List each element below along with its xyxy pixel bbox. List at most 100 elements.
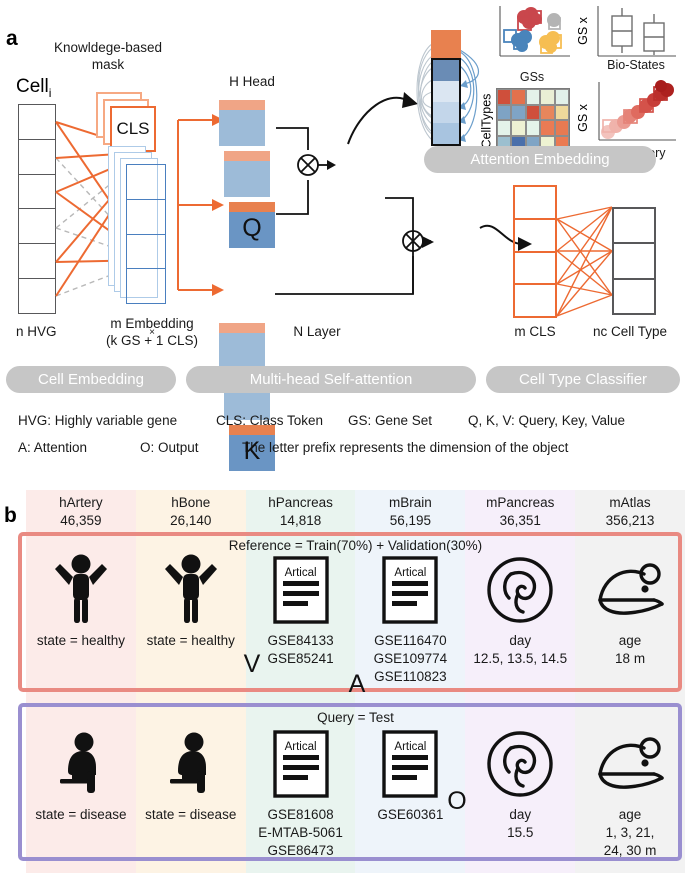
reference-cell-labels: state = healthy: [147, 632, 235, 650]
cell-type-cell: [614, 209, 654, 242]
hvg-column: [18, 104, 56, 314]
article-label: Artical: [394, 741, 427, 753]
cell-type-cell: [614, 242, 654, 277]
dataset-header-matlas: mAtlas 356,213: [575, 490, 685, 534]
person-standing-icon: [51, 552, 111, 628]
dataset-cell-count: 56,195: [389, 513, 432, 528]
m-cls-cell: [515, 187, 555, 218]
heatmap-cell-r1-c3: [540, 104, 555, 120]
embedding-column: [126, 164, 166, 304]
hvg-cell: [19, 208, 55, 243]
cell-label-line: GSE110823: [374, 668, 447, 684]
heatmap-cell-r1-c1: [511, 104, 526, 120]
cell-type-classifier-pill: Cell Type Classifier: [486, 366, 680, 393]
v-label: V: [243, 649, 261, 678]
dataset-cell-count: 46,359: [60, 513, 102, 528]
bio-state-scatter-plot: [499, 6, 570, 57]
dataset-header-mbrain: mBrain 56,195: [355, 490, 465, 534]
trajectory-scatter-plot: [598, 80, 676, 141]
heatmap-cell-r0-c2: [525, 89, 541, 105]
reference-cell-matlas: age 18 m: [575, 552, 685, 690]
embedding-cell: [127, 268, 165, 303]
legend-attention: A: Attention: [18, 440, 88, 455]
bio-states-boxplot: [597, 6, 676, 57]
query-row-banner: Query = Test: [317, 710, 394, 725]
cell-i-label: Celli: [16, 76, 51, 100]
query-cell-labels: GSE60361: [377, 806, 443, 824]
cell-label-line: state = healthy: [146, 633, 235, 648]
article-label: Artical: [284, 567, 317, 579]
cell-label-line: GSE86473: [267, 842, 334, 858]
cell-label-line: 1, 3, 21,: [605, 824, 655, 840]
legend-line-1: HVG: Highly variable gene CLS: Class Toke…: [18, 413, 625, 428]
query-cell-matlas: age 1, 3, 21, 24, 30 m: [575, 726, 685, 872]
reference-cell-labels: state = healthy: [37, 632, 125, 650]
cell-label-line: 15.5: [507, 824, 534, 840]
article-icon: Artical: [381, 552, 439, 628]
query-cell-labels: state = disease: [145, 806, 236, 824]
heatmap-cell-r0-c0: [497, 89, 512, 105]
dataset-name: hPancreas: [268, 495, 333, 511]
k-ghost-back: [219, 323, 265, 369]
legend-gs: GS: Gene Set: [348, 413, 433, 428]
bio-states-axis-label: Bio-States: [607, 58, 665, 72]
reference-row-banner: Reference = Train(70%) + Validation(30%): [228, 538, 483, 553]
o-input-arrowhead: [422, 236, 434, 248]
cell-label-line: E-MTAB-5061: [258, 824, 343, 840]
dataset-name: mAtlas: [609, 495, 651, 511]
m-cls-cell: [515, 217, 555, 251]
attention-token-cell: [433, 123, 459, 144]
attention-cls-token: [431, 30, 461, 58]
dataset-name: mPancreas: [486, 495, 555, 511]
legend-qkv: Q, K, V: Query, Key, Value: [468, 413, 626, 428]
legend-line-2: A: Attention O: Output The letter prefix r…: [18, 440, 568, 455]
cell-label-line: 18 m: [615, 650, 646, 666]
embedding-cell: [127, 165, 165, 199]
heatmap-cell-r1-c0: [497, 104, 512, 120]
cell-label-line: GSE60361: [377, 807, 444, 822]
cell-label-line: state = disease: [35, 807, 127, 822]
heatmap-cell-r2-c2: [525, 120, 541, 136]
cell-label-line: GSE109774: [373, 650, 448, 666]
h-head-label: H Head: [229, 74, 275, 89]
article-label: Artical: [394, 567, 427, 579]
embryo-icon: [485, 726, 555, 802]
cell-label-line: GSE85241: [267, 650, 334, 666]
reference-cell-mpancreas: day 12.5, 13.5, 14.5: [465, 552, 575, 690]
embedding-cell: [127, 198, 165, 234]
cell-label-line: GSE84133: [267, 633, 334, 648]
legend-cls: CLS: Class Token: [216, 413, 324, 428]
gs-x-axis-label-bottom: GS x: [576, 104, 591, 132]
dataset-cell-count: 36,351: [499, 513, 541, 528]
embedding-cell: [127, 233, 165, 269]
reference-cell-labels: GSE116470 GSE109774 GSE110823: [374, 632, 448, 685]
cell-label-line: age: [618, 807, 642, 822]
article-icon: Artical: [272, 552, 330, 628]
heatmap-cell-r0-c3: [540, 89, 555, 105]
reference-cell-hartery: state = healthy: [26, 552, 136, 690]
reference-cell-labels: age 18 m: [615, 632, 645, 668]
panel-a-letter: a: [6, 27, 18, 50]
cell-type-cell: [614, 277, 654, 313]
a-label: A: [348, 669, 366, 698]
m-cls-column: [513, 185, 557, 318]
heatmap-cell-r2-c3: [540, 120, 555, 136]
m-cls-cell: [515, 250, 555, 284]
query-cell-labels: state = disease: [35, 806, 126, 824]
dataset-name: hArtery: [59, 495, 103, 511]
query-cell-hbone: state = disease: [136, 726, 246, 872]
heatmap-cell-r2-c0: [497, 120, 512, 136]
person-sitting-icon: [50, 726, 112, 802]
dataset-cell-count: 356,213: [605, 513, 655, 528]
q-label: Q: [242, 213, 262, 242]
n-hvg-label: n HVG: [16, 324, 57, 339]
heatmap-cell-r0-c4: [554, 89, 569, 105]
heatmap-cell-r1-c4: [554, 104, 569, 120]
gss-axis-label: GSs: [519, 70, 545, 84]
attention-token-cell: [433, 81, 459, 102]
dataset-name: hBone: [171, 495, 211, 511]
m-cls-cell: [515, 283, 555, 316]
cell-label-line: 24, 30 m: [603, 842, 657, 858]
dataset-cell-count: 26,140: [170, 513, 212, 528]
heatmap-cell-r2-c1: [511, 120, 526, 136]
